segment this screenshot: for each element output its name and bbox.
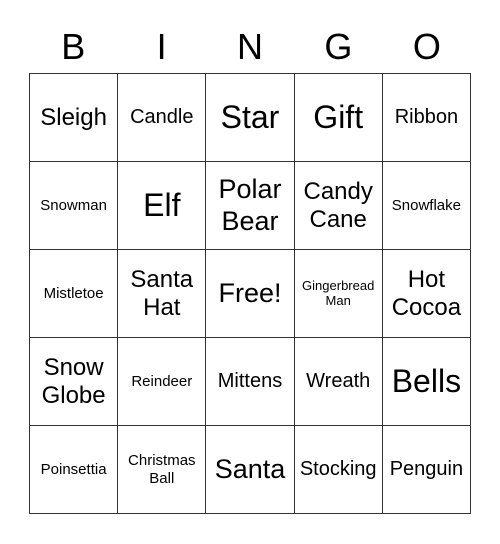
bingo-cell[interactable]: Candy Cane [294, 162, 383, 250]
bingo-cell[interactable]: Wreath [294, 338, 383, 426]
bingo-cell[interactable]: Gift [294, 74, 383, 162]
bingo-cell[interactable]: Gingerbread Man [294, 250, 383, 338]
bingo-cell[interactable]: Santa Hat [118, 250, 207, 338]
bingo-cell[interactable]: Poinsettia [30, 426, 119, 514]
bingo-cell[interactable]: Free! [206, 250, 295, 338]
bingo-cell[interactable]: Snowflake [382, 162, 471, 250]
bingo-cell[interactable]: Snow Globe [30, 338, 119, 426]
bingo-cell[interactable]: Candle [118, 74, 207, 162]
header-letter-o: O [412, 26, 441, 67]
header-letter-b: B [61, 26, 86, 67]
bingo-cell[interactable]: Star [206, 74, 295, 162]
bingo-cell[interactable]: Penguin [382, 426, 471, 514]
bingo-cell[interactable]: Sleigh [30, 74, 119, 162]
bingo-cell[interactable]: Mistletoe [30, 250, 119, 338]
header-letter-i: I [156, 26, 167, 67]
bingo-cell[interactable]: Bells [382, 338, 471, 426]
bingo-cell[interactable]: Ribbon [382, 74, 471, 162]
bingo-cell[interactable]: Stocking [294, 426, 383, 514]
bingo-cell[interactable]: Santa [206, 426, 295, 514]
header-letter-g: G [324, 26, 353, 67]
bingo-cell[interactable]: Snowman [30, 162, 119, 250]
bingo-cell[interactable]: Polar Bear [206, 162, 295, 250]
bingo-cell[interactable]: Christmas Ball [118, 426, 207, 514]
bingo-header: B I N G O [29, 22, 471, 72]
bingo-cell[interactable]: Mittens [206, 338, 295, 426]
bingo-grid: Sleigh Candle Star Gift Ribbon Snowman Elf Pola… [29, 73, 471, 514]
header-letter-n: N [237, 26, 264, 67]
bingo-cell[interactable]: Hot Cocoa [382, 250, 471, 338]
bingo-cell[interactable]: Elf [118, 162, 207, 250]
bingo-cell[interactable]: Reindeer [118, 338, 207, 426]
